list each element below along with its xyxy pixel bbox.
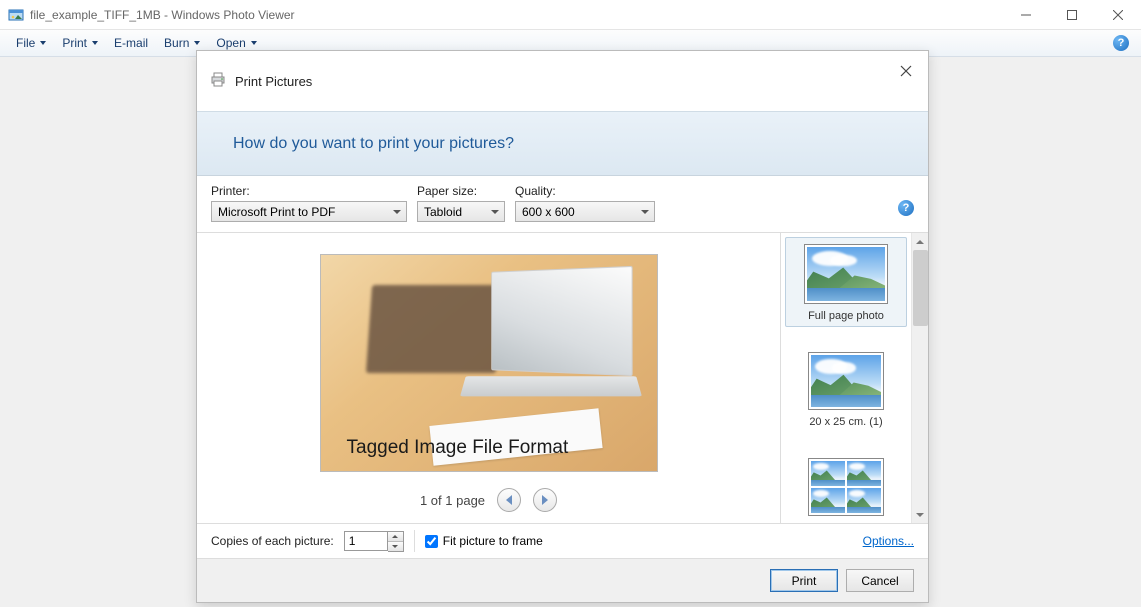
titlebar: file_example_TIFF_1MB - Windows Photo Vi… xyxy=(0,0,1141,30)
chevron-down-icon xyxy=(194,41,200,45)
minimize-button[interactable] xyxy=(1003,0,1049,30)
next-page-button[interactable] xyxy=(533,488,557,512)
layout-20x25[interactable]: 20 x 25 cm. (1) xyxy=(785,345,907,433)
fit-to-frame-checkbox[interactable]: Fit picture to frame xyxy=(425,534,543,548)
printer-label: Printer: xyxy=(211,184,407,198)
dialog-close-button[interactable] xyxy=(894,59,918,83)
app-icon xyxy=(8,7,24,23)
layout-panel: Full page photo 20 x 25 cm. (1) 13 x 18 … xyxy=(780,233,928,523)
paper-size-label: Paper size: xyxy=(417,184,505,198)
quality-select[interactable]: 600 x 600 xyxy=(515,201,655,222)
layout-13x18[interactable]: 13 x 18 cm. (4) xyxy=(785,451,907,523)
options-help-button[interactable]: ? xyxy=(898,200,914,216)
arrow-right-icon xyxy=(542,495,548,505)
layout-label: 20 x 25 cm. (1) xyxy=(809,416,882,428)
page-status: 1 of 1 page xyxy=(420,493,485,508)
divider xyxy=(414,530,415,552)
preview-image: Tagged Image File Format xyxy=(320,254,658,472)
close-button[interactable] xyxy=(1095,0,1141,30)
help-icon: ? xyxy=(898,200,914,216)
dialog-title: Print Pictures xyxy=(235,74,312,89)
cancel-button[interactable]: Cancel xyxy=(846,569,914,592)
prev-page-button[interactable] xyxy=(497,488,521,512)
help-button[interactable]: ? xyxy=(1113,35,1129,51)
layout-label: Full page photo xyxy=(808,310,884,322)
layout-scrollbar[interactable] xyxy=(911,233,928,523)
layout-list: Full page photo 20 x 25 cm. (1) 13 x 18 … xyxy=(781,233,911,523)
menu-email[interactable]: E-mail xyxy=(106,30,156,56)
scroll-up-button[interactable] xyxy=(912,233,928,250)
printer-icon xyxy=(209,71,227,92)
maximize-button[interactable] xyxy=(1049,0,1095,30)
copies-up-button[interactable] xyxy=(388,532,403,541)
copies-down-button[interactable] xyxy=(388,541,403,551)
paper-size-select[interactable]: Tabloid xyxy=(417,201,505,222)
banner-text: How do you want to print your pictures? xyxy=(233,135,514,153)
chevron-down-icon xyxy=(491,210,499,214)
scroll-thumb[interactable] xyxy=(913,250,928,326)
fit-label: Fit picture to frame xyxy=(443,534,543,548)
options-link[interactable]: Options... xyxy=(863,534,914,548)
menu-print[interactable]: Print xyxy=(54,30,106,56)
chevron-down-icon xyxy=(92,41,98,45)
print-options: Printer: Microsoft Print to PDF Paper si… xyxy=(197,176,928,233)
layout-full-page[interactable]: Full page photo xyxy=(785,237,907,327)
chevron-down-icon xyxy=(251,41,257,45)
copies-label: Copies of each picture: xyxy=(211,534,334,548)
layout-label: 13 x 18 cm. (4) xyxy=(809,522,882,523)
quality-label: Quality: xyxy=(515,184,655,198)
preview-main: Tagged Image File Format 1 of 1 page xyxy=(197,233,780,523)
arrow-left-icon xyxy=(506,495,512,505)
copies-spinner[interactable] xyxy=(344,531,404,552)
help-icon: ? xyxy=(1113,35,1129,51)
fit-checkbox-input[interactable] xyxy=(425,535,438,548)
menu-file[interactable]: File xyxy=(8,30,54,56)
print-button[interactable]: Print xyxy=(770,569,838,592)
dialog-buttons: Print Cancel xyxy=(197,558,928,602)
window-controls xyxy=(1003,0,1141,30)
dialog-banner: How do you want to print your pictures? xyxy=(197,111,928,176)
dialog-header: Print Pictures xyxy=(197,51,928,111)
preview-area: Tagged Image File Format 1 of 1 page Ful… xyxy=(197,233,928,524)
printer-select[interactable]: Microsoft Print to PDF xyxy=(211,201,407,222)
print-dialog: Print Pictures How do you want to print … xyxy=(196,50,929,603)
chevron-down-icon xyxy=(393,210,401,214)
scroll-down-button[interactable] xyxy=(912,506,928,523)
preview-image-text: Tagged Image File Format xyxy=(347,437,569,459)
bottom-row: Copies of each picture: Fit picture to f… xyxy=(197,524,928,558)
chevron-down-icon xyxy=(40,41,46,45)
window-title: file_example_TIFF_1MB - Windows Photo Vi… xyxy=(30,8,295,22)
chevron-down-icon xyxy=(641,210,649,214)
copies-input[interactable] xyxy=(344,531,388,551)
